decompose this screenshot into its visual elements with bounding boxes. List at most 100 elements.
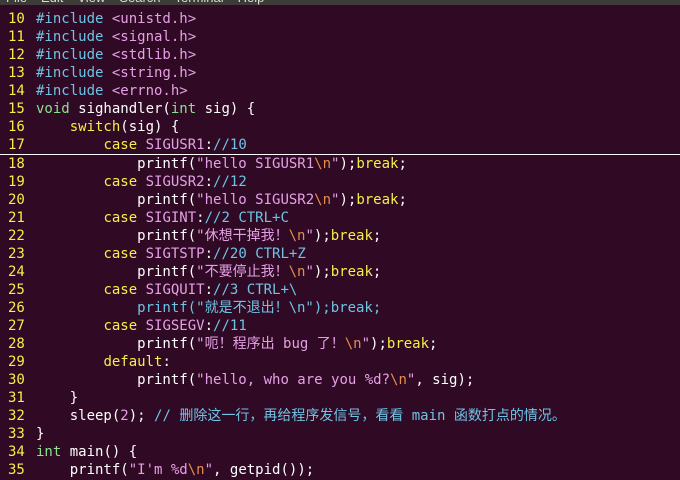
code-token: ); <box>128 408 155 424</box>
code-token: : <box>204 318 214 334</box>
code-token: //12 <box>213 174 247 190</box>
line-number: 17 <box>8 137 25 153</box>
code-token: } <box>36 390 79 406</box>
code-line[interactable]: 15 void sighandler(int sig) { <box>0 100 680 118</box>
code-line[interactable]: 11 #include <signal.h> <box>0 28 680 46</box>
code-token: #include <box>36 47 112 63</box>
code-line[interactable]: 13 #include <string.h> <box>0 64 680 82</box>
code-line[interactable]: 35 printf("I'm %d\n", getpid()); <box>0 461 680 479</box>
code-line[interactable]: 22 printf("休想干掉我！\n");break; <box>0 227 680 245</box>
code-token: SIGUSR2 <box>145 174 205 190</box>
code-token: ); <box>339 192 357 208</box>
code-token: printf( <box>36 192 197 208</box>
code-token: break <box>386 336 430 352</box>
menu-item-terminal[interactable]: Terminal <box>175 0 224 5</box>
code-line[interactable]: 24 printf("不要停止我！\n");break; <box>0 263 680 281</box>
code-token: SIGTSTP <box>145 246 205 262</box>
line-number: 31 <box>8 390 25 406</box>
code-token: ); <box>370 336 387 352</box>
code-token: 2 <box>120 408 129 424</box>
code-token: "hello SIGUSR2 <box>196 192 315 208</box>
code-token: break <box>330 264 373 280</box>
line-number: 18 <box>8 156 25 172</box>
code-token: case <box>103 246 138 262</box>
code-line[interactable]: 29 default: <box>0 353 680 371</box>
code-line[interactable]: 12 #include <stdlib.h> <box>0 46 680 64</box>
code-line[interactable]: 32 sleep(2); // 删除这一行，再给程序发信号，看看 main 函数… <box>0 407 680 425</box>
code-token: ; <box>398 156 407 172</box>
code-line[interactable]: 21 case SIGINT://2 CTRL+C <box>0 209 680 227</box>
code-token: \n <box>314 192 332 208</box>
code-token: ; <box>372 264 382 280</box>
code-token: //2 CTRL+C <box>204 210 289 226</box>
line-number: 20 <box>8 192 25 208</box>
line-number: 33 <box>8 426 25 442</box>
code-line[interactable]: 26 printf("就是不退出！\n");break; <box>0 299 680 317</box>
code-token: case <box>103 282 138 298</box>
code-line[interactable]: 28 printf("呃！程序出 bug 了！\n");break; <box>0 335 680 353</box>
menu-item-view[interactable]: View <box>77 0 105 5</box>
code-line[interactable]: 31 } <box>0 389 680 407</box>
line-number: 12 <box>8 47 25 63</box>
code-token: #include <box>36 29 112 45</box>
code-line[interactable]: 27 case SIGSEGV://11 <box>0 317 680 335</box>
line-number: 10 <box>8 11 25 27</box>
menu-item-help[interactable]: Help <box>238 0 265 5</box>
code-token: //11 <box>213 318 247 334</box>
code-token: case <box>103 174 138 190</box>
code-token: : <box>204 137 214 153</box>
line-number: 30 <box>8 372 25 388</box>
code-token: \n <box>344 336 362 352</box>
code-token: \n <box>187 462 205 478</box>
code-editor[interactable]: 10 #include <unistd.h> 11 #include <signal.… <box>0 10 680 479</box>
code-line[interactable]: 23 case SIGTSTP://20 CTRL+Z <box>0 245 680 263</box>
code-token: : <box>204 174 214 190</box>
code-token: ; <box>429 336 438 352</box>
code-token: , sig); <box>415 372 475 388</box>
code-token: printf( <box>36 336 197 352</box>
code-token: break <box>356 156 399 172</box>
menu-item-search[interactable]: Search <box>119 0 160 5</box>
code-token: <errno.h> <box>111 83 188 99</box>
code-token: int <box>36 444 62 460</box>
line-number: 26 <box>8 300 25 316</box>
code-token: <string.h> <box>111 65 197 81</box>
code-token: printf("就是不退出！\n");break; <box>36 300 382 316</box>
code-line[interactable]: 14 #include <errno.h> <box>0 82 680 100</box>
code-line[interactable]: 19 case SIGUSR2://12 <box>0 173 680 191</box>
code-token: : <box>162 354 171 370</box>
line-number: 27 <box>8 318 25 334</box>
code-token: (sig) { <box>120 119 180 135</box>
code-token: ; <box>372 228 382 244</box>
code-token: "不要停止我！ <box>196 264 289 280</box>
code-token: <stdlib.h> <box>111 47 197 63</box>
line-number: 32 <box>8 408 25 424</box>
code-token: \n <box>288 228 306 244</box>
menu-item-edit[interactable]: Edit <box>41 0 63 5</box>
code-line[interactable]: 16 switch(sig) { <box>0 118 680 136</box>
code-line[interactable]: 25 case SIGQUIT://3 CTRL+\ <box>0 281 680 299</box>
code-line[interactable]: 20 printf("hello SIGUSR2\n");break; <box>0 191 680 209</box>
line-number: 15 <box>8 101 25 117</box>
code-line[interactable]: 33} <box>0 425 680 443</box>
code-token: sighandler( <box>69 101 171 117</box>
code-line-current[interactable]: 17 case SIGUSR1://10 <box>0 136 680 155</box>
code-token: //3 CTRL+\ <box>213 282 298 298</box>
code-line[interactable]: 10 #include <unistd.h> <box>0 10 680 28</box>
code-token: " <box>361 336 371 352</box>
code-token: ); <box>313 228 331 244</box>
code-token: SIGSEGV <box>145 318 205 334</box>
code-token: "hello SIGUSR1 <box>196 156 315 172</box>
line-number: 23 <box>8 246 25 262</box>
line-number: 35 <box>8 462 25 478</box>
menu-item-file[interactable]: File <box>6 0 27 5</box>
code-line[interactable]: 30 printf("hello, who are you %d?\n", si… <box>0 371 680 389</box>
line-number: 29 <box>8 354 25 370</box>
code-token: <unistd.h> <box>111 11 197 27</box>
code-token: case <box>103 137 138 153</box>
code-line[interactable]: 18 printf("hello SIGUSR1\n");break; <box>0 155 680 173</box>
code-line[interactable]: 34 int main() { <box>0 443 680 461</box>
